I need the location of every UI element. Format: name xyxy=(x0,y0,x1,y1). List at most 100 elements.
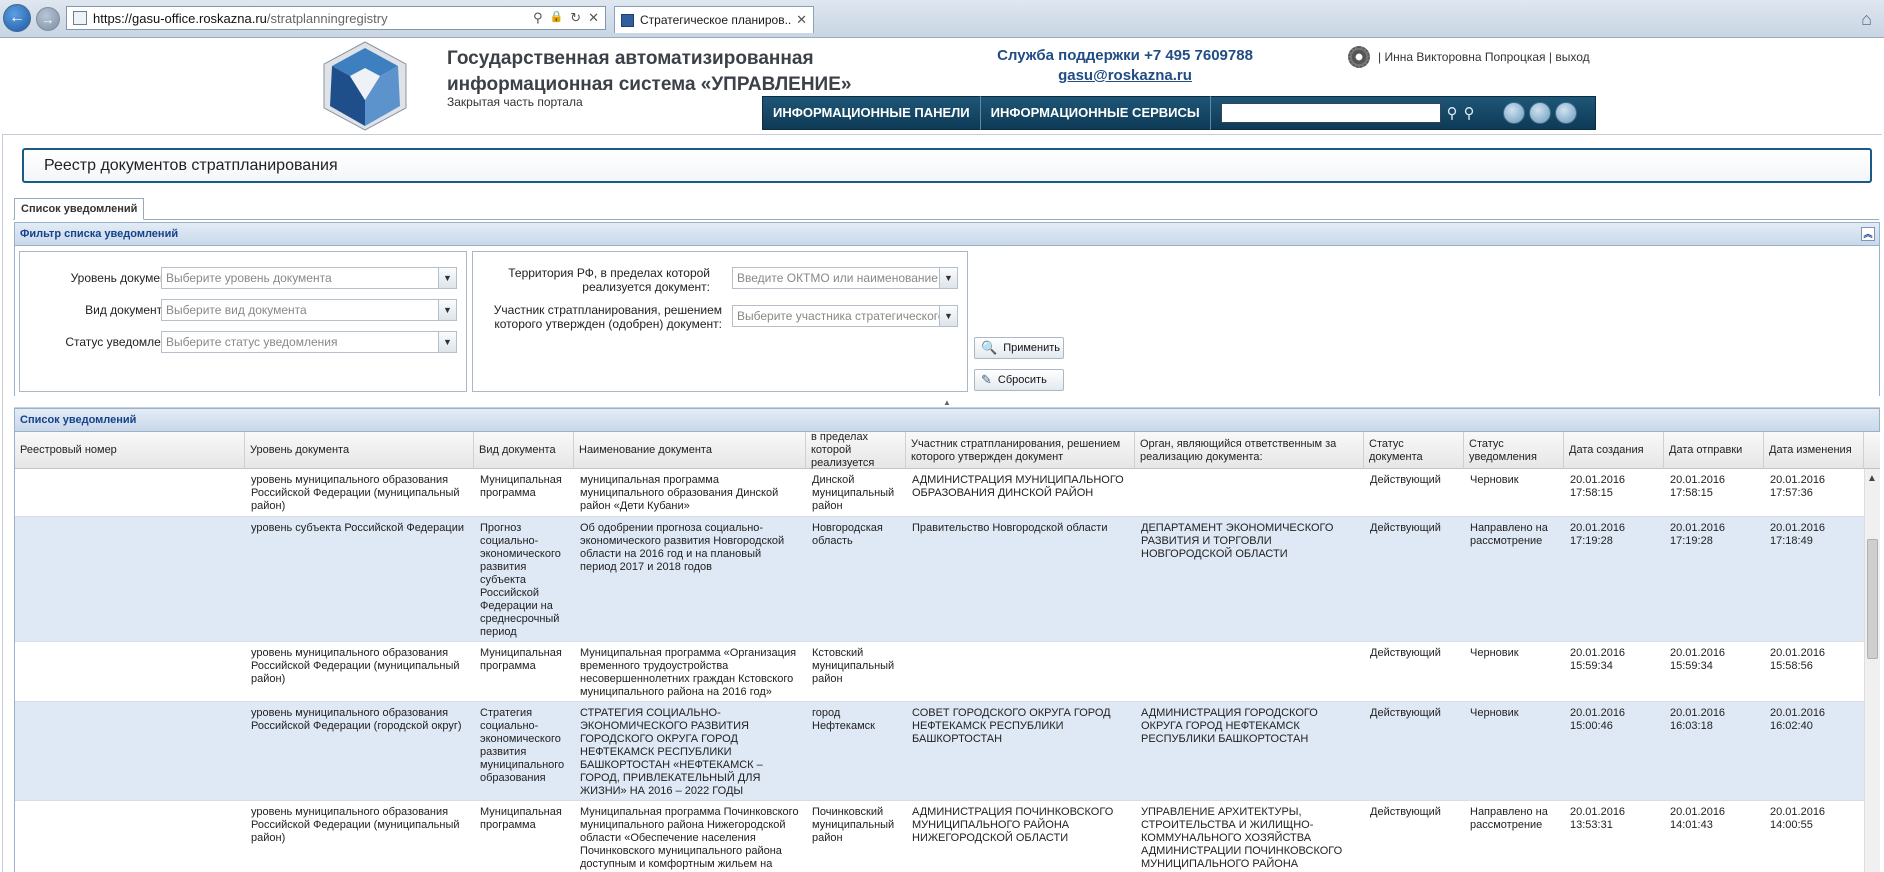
table-row[interactable]: уровень муниципального образования Росси… xyxy=(15,801,1865,872)
menu-info-services[interactable]: ИНФОРМАЦИОННЫЕ СЕРВИСЫ xyxy=(981,96,1211,130)
cell-participant: Правительство Новгородской области xyxy=(912,522,1108,534)
cell-doc-level: уровень субъекта Российской Федерации xyxy=(251,522,465,534)
cell-changed: 20.01.2016 17:18:49 xyxy=(1770,522,1826,547)
column-header-doc-name[interactable]: Наименование документа xyxy=(574,432,806,469)
forward-arrow-icon: → xyxy=(41,11,55,27)
collapse-arrow-icon[interactable]: ▲ xyxy=(943,398,951,407)
list-panel-header: Список уведомлений xyxy=(14,408,1880,432)
support-email-link[interactable]: gasu@roskazna.ru xyxy=(960,66,1290,86)
close-tab-icon[interactable]: ✕ xyxy=(796,12,807,28)
cell-reg-number xyxy=(15,469,245,479)
cell-reg-number xyxy=(15,702,245,712)
user-bar: | Инна Викторовна Попроцкая | выход xyxy=(1348,46,1590,68)
home-icon[interactable]: ⌂ xyxy=(1861,9,1872,30)
portal-search-input[interactable] xyxy=(1220,103,1441,123)
collapse-icon[interactable]: ︽ xyxy=(1861,227,1875,241)
cell-doc-kind: Муниципальная программа xyxy=(480,806,562,831)
support-block: Служба поддержки +7 495 7609788 gasu@ros… xyxy=(960,46,1290,86)
lock-icon[interactable]: 🔒 xyxy=(549,10,563,26)
address-bar[interactable]: https://gasu-office.roskazna.ru/stratpla… xyxy=(66,6,606,30)
cell-reg-number xyxy=(15,801,245,811)
reset-button[interactable]: ✎ Сбросить xyxy=(974,369,1064,391)
table-row[interactable]: уровень субъекта Российской Федерации Пр… xyxy=(15,517,1865,642)
portal-subtitle: Закрытая часть портала xyxy=(447,95,583,109)
chevron-down-icon[interactable]: ▼ xyxy=(438,268,456,288)
column-header-notif-status[interactable]: Статус уведомления xyxy=(1464,432,1564,469)
scroll-up-icon[interactable]: ▲ xyxy=(1867,473,1877,484)
territory-select[interactable]: Введите ОКТМО или наименование д ▼ xyxy=(732,267,958,289)
column-header-changed[interactable]: Дата изменения xyxy=(1764,432,1864,469)
cell-participant: СОВЕТ ГОРОДСКОГО ОКРУГА ГОРОД НЕФТЕКАМСК… xyxy=(912,707,1111,745)
column-header-reg-number[interactable]: Реестровый номер xyxy=(15,432,245,469)
tab-strip: Список уведомлений xyxy=(13,198,1879,220)
column-header-doc-status[interactable]: Статус документа xyxy=(1364,432,1464,469)
territory-label: Территория РФ, в пределах которой реализ… xyxy=(508,266,710,294)
status-select[interactable]: Выберите статус уведомления ▼ xyxy=(161,331,457,353)
logout-link[interactable]: выход xyxy=(1555,50,1589,64)
list-panel-title: Список уведомлений xyxy=(20,414,137,426)
participant-select[interactable]: Выберите участника стратегического ▼ xyxy=(732,305,958,327)
menu-shortcuts xyxy=(1502,102,1577,124)
site-favicon-icon xyxy=(621,13,634,27)
column-header-doc-level[interactable]: Уровень документа xyxy=(245,432,474,469)
shortcut-icon[interactable] xyxy=(1528,102,1551,124)
participant-label: Участник стратпланирования, решением кот… xyxy=(493,303,722,331)
search-icon[interactable]: ⚲ xyxy=(1447,104,1458,122)
chevron-down-icon[interactable]: ▼ xyxy=(939,306,957,326)
cell-doc-kind: Муниципальная программа xyxy=(480,474,562,499)
column-header-created[interactable]: Дата создания xyxy=(1564,432,1664,469)
cell-territory: Динской муниципальный район xyxy=(812,474,895,512)
column-header-responsible-organ[interactable]: Орган, являющийся ответственным за реали… xyxy=(1135,432,1364,469)
column-header-participant[interactable]: Участник стратпланирования, решением кот… xyxy=(906,432,1135,469)
chevron-down-icon[interactable]: ▼ xyxy=(939,268,957,288)
panel-splitter[interactable]: ▲ xyxy=(14,398,1880,408)
cell-notif-status: Черновик xyxy=(1470,647,1519,659)
chevron-down-icon[interactable]: ▼ xyxy=(438,300,456,320)
cell-changed: 20.01.2016 16:02:40 xyxy=(1770,707,1826,732)
level-select[interactable]: Выберите уровень документа ▼ xyxy=(161,267,457,289)
cell-created: 20.01.2016 15:59:34 xyxy=(1570,647,1626,672)
shortcut-icon[interactable] xyxy=(1554,102,1577,124)
tab-notifications[interactable]: Список уведомлений xyxy=(14,198,145,220)
advanced-search-icon[interactable]: ⚲ xyxy=(1464,104,1475,122)
cell-sent: 20.01.2016 16:03:18 xyxy=(1670,707,1726,732)
cell-doc-kind: Стратегия социально-экономического разви… xyxy=(480,707,565,784)
shortcut-icon[interactable] xyxy=(1502,102,1525,124)
table-row[interactable]: уровень муниципального образования Росси… xyxy=(15,642,1865,702)
back-button[interactable]: ← xyxy=(3,4,31,32)
apply-button-label: Применить xyxy=(1003,342,1061,354)
chevron-down-icon[interactable]: ▼ xyxy=(438,332,456,352)
table-row[interactable]: уровень муниципального образования Росси… xyxy=(15,702,1865,801)
forward-button[interactable]: → xyxy=(36,7,60,31)
cell-participant: АДМИНИСТРАЦИЯ МУНИЦИПАЛЬНОГО ОБРАЗОВАНИЯ… xyxy=(912,474,1124,499)
column-header-territory[interactable]: Территория РФ, в пределах которой реализ… xyxy=(806,432,906,469)
cell-participant: АДМИНИСТРАЦИЯ ПОЧИНКОВСКОГО МУНИЦИПАЛЬНО… xyxy=(912,806,1114,844)
cell-doc-kind: Муниципальная программа xyxy=(480,647,562,672)
url-path: /stratplanningregistry xyxy=(266,10,388,26)
column-header-doc-kind[interactable]: Вид документа xyxy=(474,432,574,469)
cell-doc-status: Действующий xyxy=(1370,474,1441,486)
refresh-icon[interactable]: ↻ xyxy=(570,10,581,26)
cell-changed: 20.01.2016 14:00:55 xyxy=(1770,806,1826,831)
cell-sent: 20.01.2016 17:19:28 xyxy=(1670,522,1726,547)
scrollbar-thumb[interactable] xyxy=(1867,539,1878,659)
apply-button[interactable]: 🔍 Применить xyxy=(974,337,1064,359)
table-row[interactable]: уровень муниципального образования Росси… xyxy=(15,469,1865,517)
type-label: Вид документа: xyxy=(85,303,172,317)
grid-scrollbar[interactable]: ▲ xyxy=(1864,469,1880,872)
level-placeholder: Выберите уровень документа xyxy=(166,271,332,285)
user-name-link[interactable]: Инна Викторовна Попроцкая xyxy=(1384,50,1545,64)
cell-created: 20.01.2016 17:19:28 xyxy=(1570,522,1626,547)
stop-icon[interactable]: ✕ xyxy=(588,10,599,26)
cell-doc-status: Действующий xyxy=(1370,522,1441,534)
type-select[interactable]: Выберите вид документа ▼ xyxy=(161,299,457,321)
cell-doc-status: Действующий xyxy=(1370,806,1441,818)
cell-doc-kind: Прогноз социально-экономического развити… xyxy=(480,522,561,638)
cell-territory: Починковский муниципальный район xyxy=(812,806,895,844)
browser-tab[interactable]: Стратегическое планиров... ✕ xyxy=(614,6,814,33)
column-header-sent[interactable]: Дата отправки xyxy=(1664,432,1764,469)
menu-info-panels[interactable]: ИНФОРМАЦИОННЫЕ ПАНЕЛИ xyxy=(763,96,981,130)
gear-icon[interactable] xyxy=(1348,46,1370,68)
filter-panel-header[interactable]: Фильтр списка уведомлений ︽ xyxy=(14,222,1880,246)
search-icon[interactable]: ⚲ xyxy=(533,10,543,26)
